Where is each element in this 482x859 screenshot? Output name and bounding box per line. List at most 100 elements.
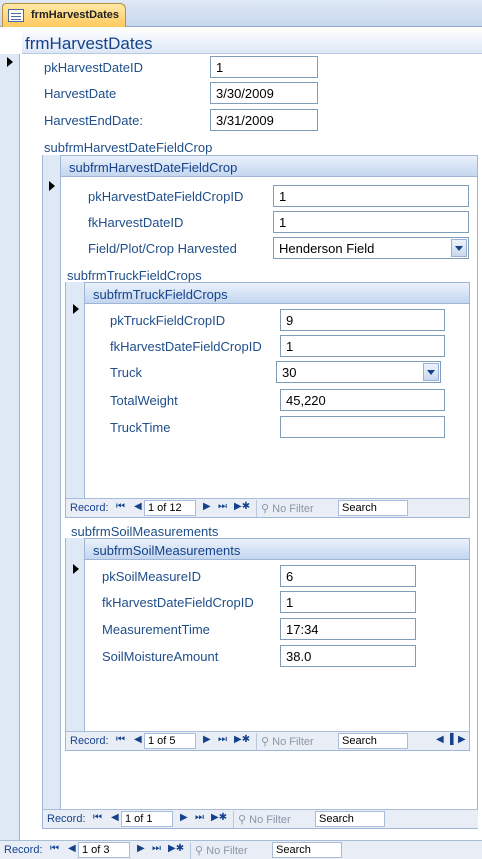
filter-icon: ⚲	[238, 814, 247, 826]
field-plot-crop-combo[interactable]: Henderson Field	[273, 237, 469, 259]
next-record-icon[interactable]: ▶	[203, 501, 211, 512]
no-filter-button[interactable]: ⚲ No Filter	[256, 500, 330, 517]
soilmoistureamount-field[interactable]: 38.0	[280, 645, 416, 667]
subform1-header-label: subfrmHarvestDateFieldCrop	[69, 160, 238, 175]
soilmoistureamount-label: SoilMoistureAmount	[102, 649, 219, 664]
chevron-down-icon[interactable]	[451, 239, 467, 257]
subform2-record-selector[interactable]	[66, 282, 85, 498]
new-record-icon[interactable]: ▶✱	[211, 812, 227, 823]
totalweight-label: TotalWeight	[110, 393, 178, 408]
main-record-selector[interactable]	[0, 54, 20, 842]
previous-record-icon[interactable]: ◀	[134, 501, 142, 512]
previous-record-icon[interactable]: ◀	[111, 812, 119, 823]
new-record-icon[interactable]: ▶✱	[234, 734, 250, 745]
fkharvestdatefieldcropid-field[interactable]: 1	[280, 335, 445, 357]
document-tab-bar: frmHarvestDates	[0, 0, 482, 27]
record-number-input[interactable]: 1 of 5	[144, 733, 196, 749]
form-header: frmHarvestDates	[22, 28, 482, 54]
no-filter-button[interactable]: ⚲ No Filter	[233, 811, 307, 828]
scroll-left-icon[interactable]: ◀	[436, 734, 444, 745]
subform3-header-label: subfrmSoilMeasurements	[93, 543, 241, 558]
pkharvestdatefieldcropid-label: pkHarvestDateFieldCropID	[88, 189, 244, 204]
measurementtime-field[interactable]: 17:34	[280, 618, 416, 640]
record-number-input[interactable]: 1 of 12	[144, 500, 196, 516]
field-plot-crop-label: Field/Plot/Crop Harvested	[88, 241, 237, 256]
totalweight-field[interactable]: 45,220	[280, 389, 445, 411]
subform3-caption: subfrmSoilMeasurements	[71, 524, 219, 539]
next-record-icon[interactable]: ▶	[137, 843, 145, 854]
record-label: Record:	[70, 502, 109, 514]
no-filter-label: No Filter	[249, 814, 291, 826]
new-record-icon[interactable]: ▶✱	[168, 843, 184, 854]
document-tab-label: frmHarvestDates	[31, 9, 120, 21]
subform1-header: subfrmHarvestDateFieldCrop	[60, 155, 478, 177]
no-filter-label: No Filter	[206, 845, 248, 857]
fkharvestdatefieldcropid-soil-field[interactable]: 1	[280, 591, 416, 613]
pkharvestdatefieldcropid-field[interactable]: 1	[273, 185, 469, 207]
last-record-icon[interactable]: ⏭	[218, 734, 227, 745]
pksoilmeasureid-field[interactable]: 6	[280, 565, 416, 587]
no-filter-label: No Filter	[272, 503, 314, 515]
subform2-current-record-arrow-icon	[73, 304, 79, 314]
truck-combo[interactable]: 30	[276, 361, 441, 383]
last-record-icon[interactable]: ⏭	[218, 501, 227, 512]
subform3-record-selector[interactable]	[66, 538, 85, 731]
pktruckfieldcropid-field[interactable]: 9	[280, 309, 445, 331]
main-navigation-bar: Record: ⏮ ◀ 1 of 3 ▶ ⏭ ▶✱ ⚲ No Filter Se…	[0, 840, 482, 859]
subform1-navigation-bar: Record: ⏮ ◀ 1 of 1 ▶ ⏭ ▶✱ ⚲ No Filter Se…	[43, 809, 478, 828]
measurementtime-label: MeasurementTime	[102, 622, 210, 637]
subform2-header-label: subfrmTruckFieldCrops	[93, 287, 228, 302]
pktruckfieldcropid-label: pkTruckFieldCropID	[110, 313, 226, 328]
harvestdate-label: HarvestDate	[44, 86, 117, 101]
form-icon	[8, 9, 24, 22]
no-filter-button[interactable]: ⚲ No Filter	[256, 733, 330, 750]
pkharvestdateid-field[interactable]: 1	[210, 56, 318, 78]
previous-record-icon[interactable]: ◀	[134, 734, 142, 745]
previous-record-icon[interactable]: ◀	[68, 843, 76, 854]
truck-value: 30	[282, 365, 297, 380]
field-plot-crop-value: Henderson Field	[279, 241, 375, 256]
subform3-current-record-arrow-icon	[73, 564, 79, 574]
next-record-icon[interactable]: ▶	[203, 734, 211, 745]
record-number-input[interactable]: 1 of 3	[78, 842, 130, 858]
subform2-navigation-bar: Record: ⏮ ◀ 1 of 12 ▶ ⏭ ▶✱ ⚲ No Filter S…	[66, 498, 469, 517]
trucktime-field[interactable]	[280, 416, 445, 438]
search-input[interactable]: Search	[315, 811, 385, 827]
fkharvestdateid-label: fkHarvestDateID	[88, 215, 184, 230]
scroll-thumb-icon[interactable]: ▌	[450, 734, 457, 745]
scroll-right-icon[interactable]: ▶	[458, 734, 466, 745]
harvestenddate-field[interactable]: 3/31/2009	[210, 109, 318, 131]
chevron-down-icon[interactable]	[423, 363, 439, 381]
pkharvestdateid-label: pkHarvestDateID	[44, 60, 143, 75]
next-record-icon[interactable]: ▶	[180, 812, 188, 823]
search-input[interactable]: Search	[272, 842, 342, 858]
fkharvestdatefieldcropid-label: fkHarvestDateFieldCropID	[110, 339, 262, 354]
subform1-record-selector[interactable]	[43, 155, 61, 809]
truck-label: Truck	[110, 365, 143, 380]
first-record-icon[interactable]: ⏮	[116, 501, 125, 512]
filter-icon: ⚲	[195, 845, 204, 857]
last-record-icon[interactable]: ⏭	[195, 812, 204, 823]
last-record-icon[interactable]: ⏭	[152, 843, 161, 854]
subform3-header: subfrmSoilMeasurements	[84, 538, 470, 560]
search-input[interactable]: Search	[338, 500, 408, 516]
first-record-icon[interactable]: ⏮	[116, 734, 125, 745]
harvestdate-field[interactable]: 3/30/2009	[210, 82, 318, 104]
harvestenddate-label: HarvestEndDate:	[44, 113, 143, 128]
filter-icon: ⚲	[261, 736, 270, 748]
record-number-input[interactable]: 1 of 1	[121, 811, 173, 827]
search-input[interactable]: Search	[338, 733, 408, 749]
record-label: Record:	[47, 813, 86, 825]
new-record-icon[interactable]: ▶✱	[234, 501, 250, 512]
fkharvestdateid-field[interactable]: 1	[273, 211, 469, 233]
record-label: Record:	[70, 735, 109, 747]
document-tab[interactable]: frmHarvestDates	[2, 3, 126, 27]
no-filter-button[interactable]: ⚲ No Filter	[190, 842, 264, 859]
subform1-caption: subfrmHarvestDateFieldCrop	[44, 140, 213, 155]
record-label: Record:	[4, 844, 43, 856]
subform2-caption: subfrmTruckFieldCrops	[67, 268, 202, 283]
form-title: frmHarvestDates	[25, 34, 153, 53]
first-record-icon[interactable]: ⏮	[50, 843, 59, 854]
first-record-icon[interactable]: ⏮	[93, 812, 102, 823]
subform2-header: subfrmTruckFieldCrops	[84, 282, 470, 304]
